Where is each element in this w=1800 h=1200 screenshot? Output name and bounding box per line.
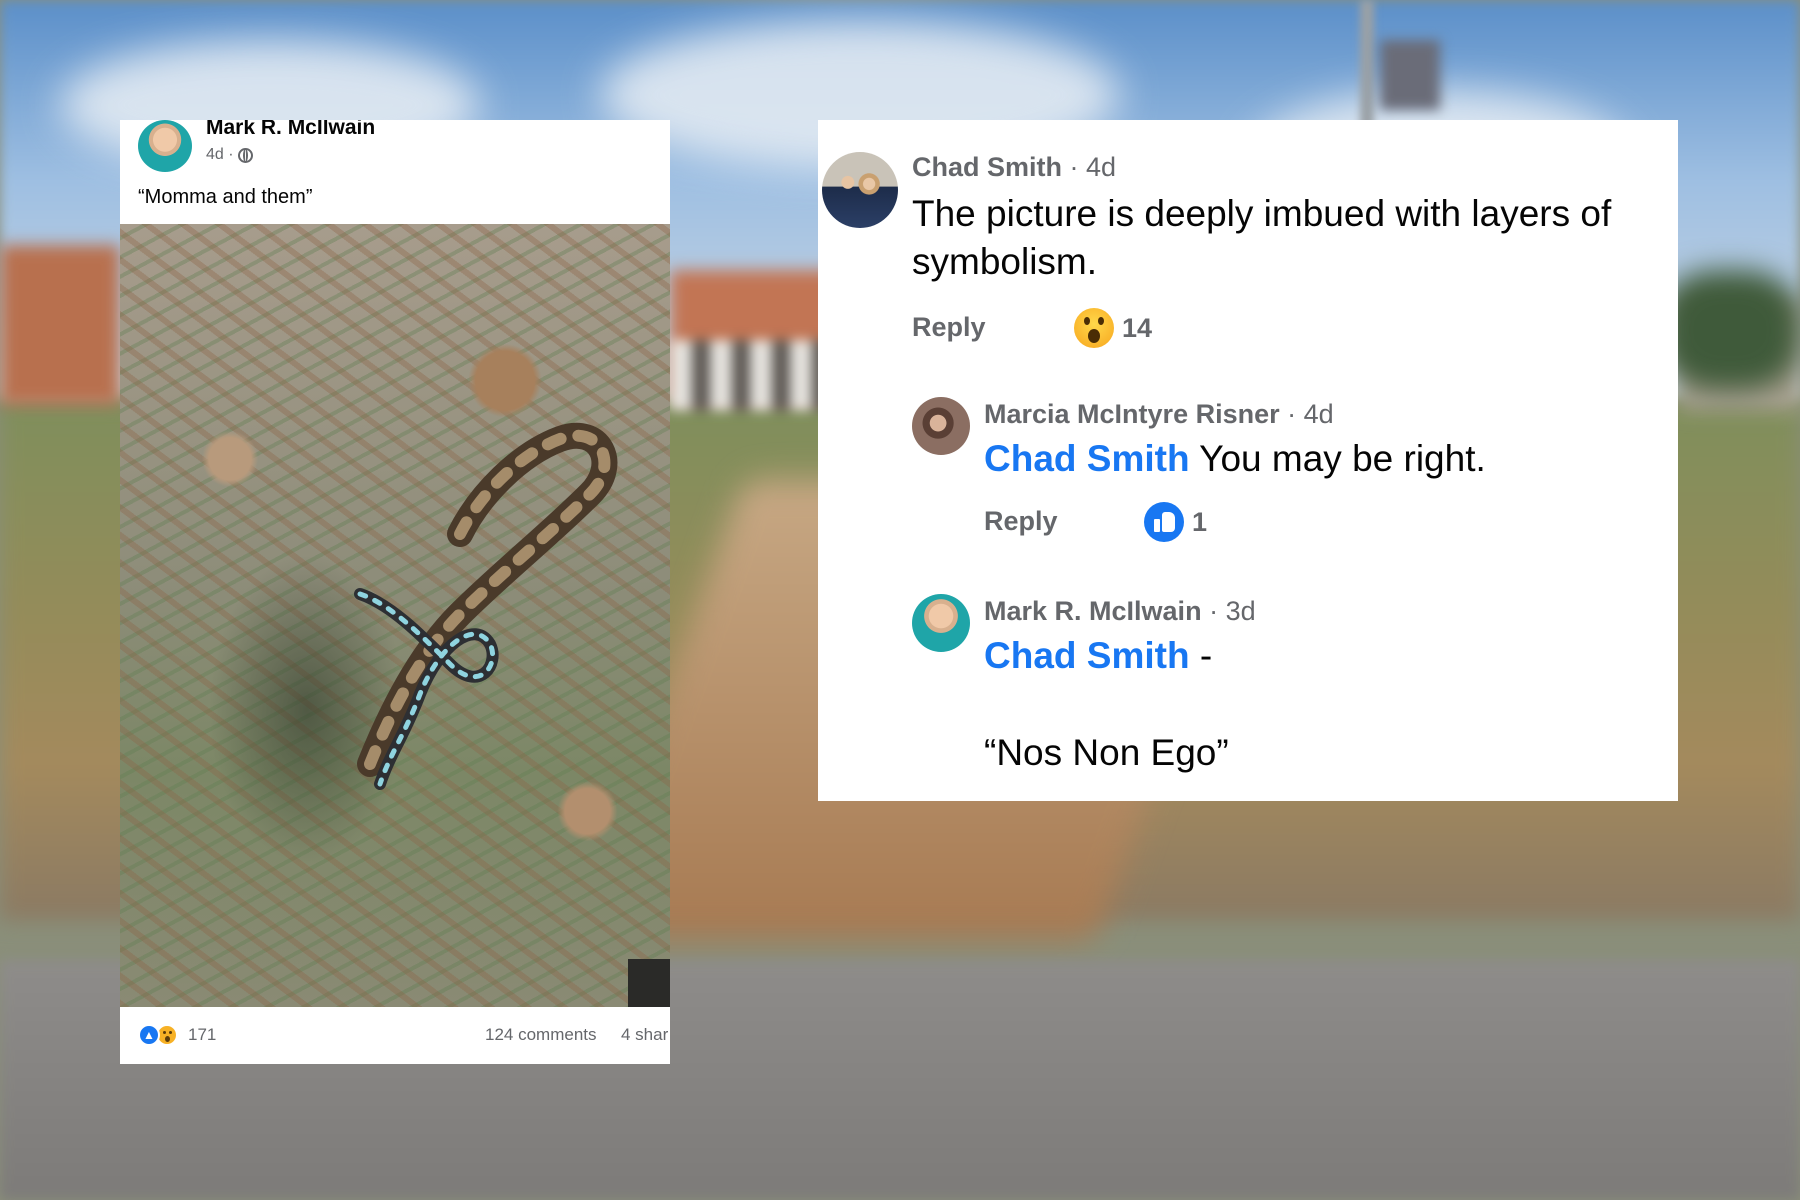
comment-reactions[interactable]: 14 [1074,308,1152,348]
comment-author-name[interactable]: Marcia McIntyre Risner [984,399,1280,429]
shares-count[interactable]: 4 shar [621,1025,668,1045]
mention-link[interactable]: Chad Smith [984,635,1190,676]
comment-quote: “Nos Non Ego” [984,732,1229,773]
comment-time: · 4d [1287,399,1334,429]
post-photo-snakes[interactable] [120,224,670,1007]
comment-text: The picture is deeply imbued with layers… [912,193,1612,282]
comment-author-name[interactable]: Mark R. McIlwain [984,596,1202,626]
comment-author-name[interactable]: Chad Smith [912,152,1062,182]
facebook-post-card: Mark R. McIlwain 4d · “Momma and them” ▲… [120,120,670,1064]
reaction-count: 14 [1122,312,1153,343]
author-avatar[interactable] [138,120,192,172]
comments-count[interactable]: 124 comments [485,1025,597,1045]
comment-author[interactable]: Chad Smith · 4d [912,152,1116,183]
reaction-count[interactable]: 171 [188,1025,216,1045]
mark-mcilwain-avatar[interactable] [912,594,970,652]
post-time: 4d · [206,146,234,163]
chad-smith-avatar[interactable] [822,152,898,228]
post-caption: “Momma and them” [138,186,313,208]
comment-author[interactable]: Marcia McIntyre Risner · 4d [984,399,1334,430]
mention-link[interactable]: Chad Smith [984,438,1190,479]
post-meta: 4d · [206,146,253,164]
reply-button[interactable]: Reply [912,312,986,343]
comment-text: Chad Smith - [984,632,1644,680]
reaction-count: 1 [1192,506,1208,537]
like-icon [1144,502,1184,542]
globe-icon [237,147,253,163]
reply-button[interactable]: Reply [984,506,1058,537]
wow-icon [1074,308,1114,348]
like-reaction-icon[interactable]: ▲ [138,1024,160,1046]
comment-time: · 4d [1069,152,1117,182]
snake-illustration [354,422,670,1007]
comment-body: - [1189,635,1213,676]
comment-text: Chad Smith You may be right. [984,435,1644,483]
post-footer: ▲ 171 124 comments 4 shar [120,1007,670,1064]
comment-author[interactable]: Mark R. McIlwain · 3d [984,596,1256,627]
comment-body: You may be right. [1189,438,1486,479]
marcia-risner-avatar[interactable] [912,397,970,455]
comments-thread-card: Chad Smith · 4d The picture is deeply im… [818,120,1678,801]
post-author-name[interactable]: Mark R. McIlwain [206,120,375,140]
comment-reactions[interactable]: 1 [1144,502,1207,542]
comment-time: · 3d [1209,596,1256,626]
